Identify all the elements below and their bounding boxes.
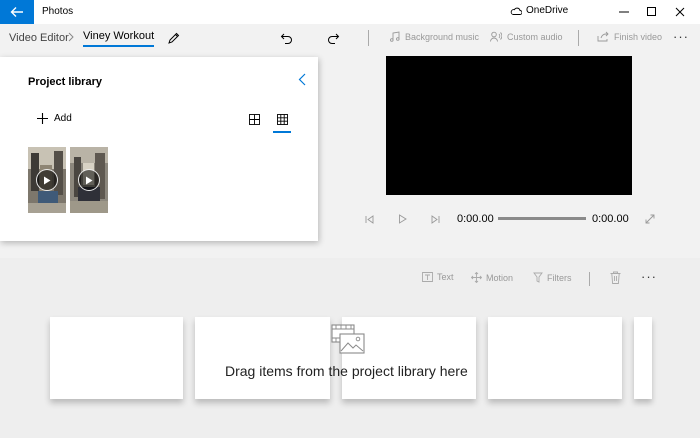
motion-tool-label: Motion: [486, 272, 514, 283]
video-preview[interactable]: [386, 56, 632, 195]
active-view-indicator: [273, 131, 291, 133]
minimize-icon: [619, 11, 629, 13]
storyboard-slot[interactable]: [488, 317, 622, 399]
small-thumbnails-view-button[interactable]: [274, 111, 290, 127]
add-label: Add: [54, 113, 72, 124]
background-music-button[interactable]: Background music: [389, 31, 479, 42]
seek-bar[interactable]: [498, 217, 586, 220]
play-overlay: [78, 169, 100, 191]
motion-tool-button[interactable]: Motion: [471, 272, 513, 283]
grid-large-icon: [248, 113, 260, 125]
maximize-button[interactable]: [637, 0, 667, 24]
finish-video-label: Finish video: [614, 31, 663, 42]
app-title: Photos: [42, 6, 74, 17]
previous-frame-button[interactable]: [362, 212, 376, 226]
share-export-icon: [597, 31, 609, 42]
pencil-icon: [167, 32, 179, 44]
step-forward-icon: [431, 214, 439, 224]
text-tool-label: Text: [437, 272, 454, 282]
filters-icon: [533, 272, 543, 283]
editor-toolbar: Video Editor Viney Workout Background mu…: [0, 24, 700, 52]
back-arrow-icon: [10, 7, 23, 17]
onedrive-label: OneDrive: [526, 5, 569, 16]
storyboard-slot[interactable]: [50, 317, 183, 399]
storyboard-slot[interactable]: [634, 317, 652, 399]
custom-audio-label: Custom audio: [507, 31, 563, 42]
background-music-label: Background music: [405, 31, 480, 42]
toolbar-divider: [578, 30, 579, 46]
storyboard-area: Text Motion Filters ··· Drag items from …: [0, 258, 700, 438]
text-icon: [422, 272, 433, 282]
undo-icon: [280, 33, 292, 44]
add-media-button[interactable]: Add: [37, 113, 72, 124]
close-button[interactable]: [665, 0, 695, 24]
title-bar: Photos OneDrive: [0, 0, 700, 24]
text-tool-button[interactable]: Text: [422, 272, 454, 282]
storyboard-divider: [589, 272, 590, 286]
current-time: 0:00.00: [457, 213, 494, 225]
play-icon: [44, 176, 51, 184]
drop-hint-text: Drag items from the project library here: [225, 363, 468, 379]
custom-audio-button[interactable]: Custom audio: [490, 31, 563, 42]
grid-small-icon: [276, 113, 288, 125]
play-icon: [398, 214, 407, 224]
more-options-button[interactable]: ···: [673, 29, 689, 44]
maximize-icon: [647, 7, 656, 16]
minimize-button[interactable]: [609, 0, 639, 24]
onedrive-status[interactable]: OneDrive: [510, 5, 568, 16]
play-button[interactable]: [395, 212, 409, 226]
play-overlay: [36, 169, 58, 191]
trash-icon[interactable]: [610, 271, 621, 284]
plus-icon: [37, 113, 48, 124]
storyboard-slot[interactable]: [195, 317, 330, 399]
music-note-icon: [390, 31, 400, 42]
filters-tool-button[interactable]: Filters: [533, 272, 572, 283]
next-frame-button[interactable]: [428, 212, 442, 226]
collapse-chevron-icon[interactable]: [298, 73, 306, 86]
large-thumbnails-view-button[interactable]: [246, 111, 262, 127]
breadcrumb-video-editor[interactable]: Video Editor: [9, 32, 69, 44]
project-library-panel: Project library Add: [0, 57, 318, 241]
redo-icon: [327, 33, 339, 44]
play-icon: [86, 176, 93, 184]
rename-button[interactable]: [164, 29, 182, 47]
media-thumbnail[interactable]: [70, 147, 108, 213]
fullscreen-button[interactable]: [643, 212, 657, 226]
project-name[interactable]: Viney Workout: [83, 30, 155, 47]
motion-icon: [471, 272, 482, 283]
cloud-icon: [510, 7, 522, 15]
redo-button[interactable]: [324, 29, 342, 47]
storyboard-more-button[interactable]: ···: [641, 269, 657, 284]
step-back-icon: [365, 214, 373, 224]
filters-tool-label: Filters: [547, 272, 572, 283]
finish-video-button[interactable]: Finish video: [597, 31, 662, 42]
end-time: 0:00.00: [592, 213, 629, 225]
custom-audio-icon: [490, 31, 502, 42]
back-button[interactable]: [0, 0, 34, 24]
undo-button[interactable]: [277, 29, 295, 47]
close-icon: [675, 7, 685, 17]
expand-icon: [645, 214, 655, 224]
photo-video-icon: [331, 324, 365, 354]
media-thumbnail[interactable]: [28, 147, 66, 213]
toolbar-divider: [368, 30, 369, 46]
project-library-title: Project library: [28, 76, 102, 88]
chevron-right-icon: [68, 32, 74, 42]
